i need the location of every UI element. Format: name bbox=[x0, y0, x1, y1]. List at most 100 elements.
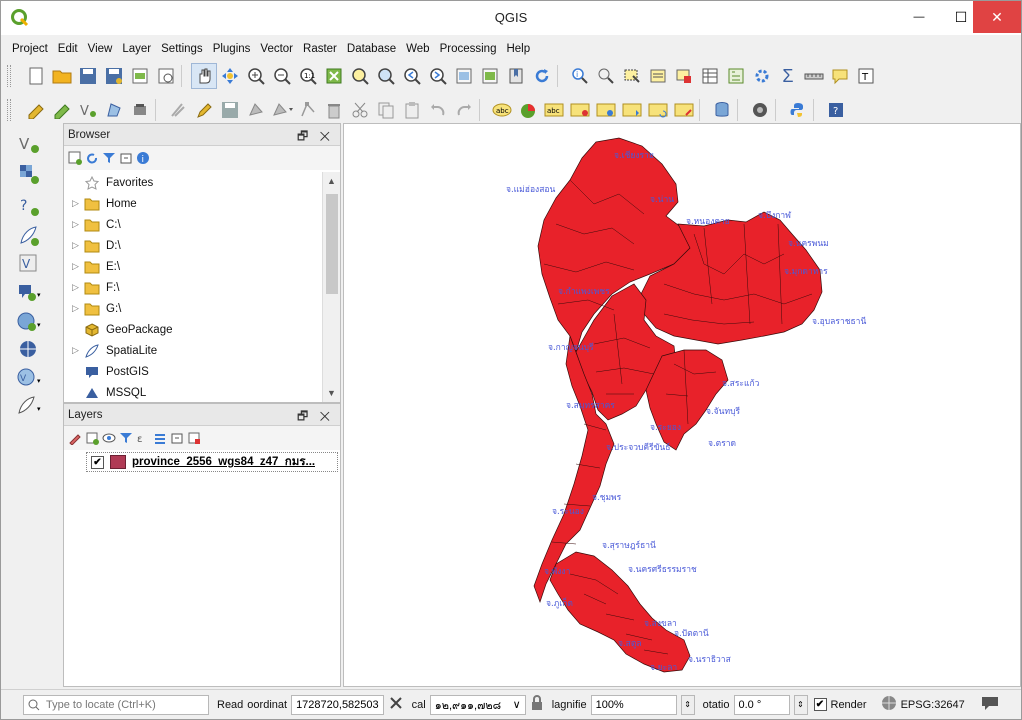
layout-manager-icon[interactable] bbox=[153, 63, 179, 89]
zoom-out-icon[interactable] bbox=[269, 63, 295, 89]
bookmarks-icon[interactable] bbox=[503, 63, 529, 89]
collapse-all-icon[interactable] bbox=[170, 431, 184, 445]
menu-project[interactable]: Project bbox=[7, 43, 53, 55]
add-virtual-layer-icon[interactable]: V bbox=[15, 251, 43, 277]
tree-expander[interactable]: ▷ bbox=[72, 240, 84, 251]
add-delimited-text-icon[interactable]: ? bbox=[15, 193, 43, 219]
magnifier-field[interactable]: 100% bbox=[590, 694, 677, 715]
add-wfs-icon[interactable]: V ▾ bbox=[15, 365, 43, 391]
toolbar-grip[interactable] bbox=[7, 99, 11, 121]
zoom-in-icon[interactable] bbox=[243, 63, 269, 89]
tree-item-spatialite[interactable]: ▷ SpatiaLite bbox=[64, 340, 320, 361]
collapse-all-icon[interactable] bbox=[119, 151, 133, 165]
undo-icon[interactable] bbox=[425, 97, 451, 123]
map-canvas[interactable]: จ.เชียงราย จ.แม่ฮ่องสอน จ.น่าน จ.หนองคาย… bbox=[343, 123, 1021, 687]
magnifier-spinner[interactable]: ⇕ bbox=[680, 694, 695, 715]
menu-database[interactable]: Database bbox=[342, 43, 401, 55]
deselect-icon[interactable] bbox=[671, 63, 697, 89]
digitize-disabled-icon[interactable] bbox=[165, 97, 191, 123]
statistics-icon[interactable]: Σ bbox=[775, 63, 801, 89]
scroll-thumb[interactable] bbox=[326, 194, 338, 294]
new-shapefile-layer-icon[interactable]: V bbox=[75, 97, 101, 123]
add-mesh-layer-icon[interactable]: ▾ bbox=[15, 393, 43, 419]
save-edits-icon[interactable] bbox=[217, 97, 243, 123]
pan-map-icon[interactable] bbox=[191, 63, 217, 89]
add-raster-layer-icon[interactable] bbox=[15, 161, 43, 187]
panel-float-close-buttons[interactable]: 🗗 ✕ bbox=[297, 127, 334, 148]
zoom-last-icon[interactable] bbox=[399, 63, 425, 89]
new-print-layout-icon[interactable] bbox=[127, 63, 153, 89]
highlight-pinned-labels-icon[interactable]: abc bbox=[541, 97, 567, 123]
tree-item-drive-e[interactable]: ▷ E:\ bbox=[64, 256, 320, 277]
globe-icon[interactable] bbox=[881, 695, 897, 714]
menu-view[interactable]: View bbox=[83, 43, 118, 55]
add-spatialite-icon[interactable] bbox=[15, 223, 43, 249]
add-wms-icon[interactable]: ▾ bbox=[15, 309, 43, 335]
new-3d-view-icon[interactable] bbox=[477, 63, 503, 89]
filter-expression-icon[interactable]: ε bbox=[136, 431, 150, 445]
coordinate-toggle-icon[interactable] bbox=[388, 695, 404, 714]
select-by-value-icon[interactable] bbox=[645, 63, 671, 89]
properties-icon[interactable]: i bbox=[136, 151, 150, 165]
tree-expander[interactable]: ▷ bbox=[72, 219, 84, 230]
toggle-editing-icon[interactable] bbox=[49, 97, 75, 123]
move-feature-icon[interactable] bbox=[269, 97, 295, 123]
tree-expander[interactable]: ▷ bbox=[72, 282, 84, 293]
move-label-icon[interactable] bbox=[619, 97, 645, 123]
messages-icon[interactable] bbox=[981, 695, 999, 714]
measure-icon[interactable] bbox=[801, 63, 827, 89]
layer-visibility-checkbox[interactable]: ✔ bbox=[91, 455, 104, 469]
menu-raster[interactable]: Raster bbox=[298, 43, 342, 55]
zoom-full-icon[interactable] bbox=[321, 63, 347, 89]
refresh-icon[interactable] bbox=[85, 151, 99, 165]
label-toolbar-icon[interactable]: abc bbox=[489, 97, 515, 123]
add-postgis-icon[interactable]: ▾ bbox=[15, 279, 43, 305]
redo-icon[interactable] bbox=[451, 97, 477, 123]
tree-item-geopackage[interactable]: GeoPackage bbox=[64, 319, 320, 340]
processing-toolbox-icon[interactable] bbox=[749, 63, 775, 89]
cut-features-icon[interactable] bbox=[347, 97, 373, 123]
delete-selected-icon[interactable] bbox=[321, 97, 347, 123]
toolbar-grip[interactable] bbox=[7, 65, 11, 87]
diagram-options-icon[interactable] bbox=[515, 97, 541, 123]
open-project-icon[interactable] bbox=[49, 63, 75, 89]
vertex-tool-icon[interactable] bbox=[127, 97, 153, 123]
tree-expander[interactable]: ▷ bbox=[72, 261, 84, 272]
save-project-icon[interactable] bbox=[75, 63, 101, 89]
filter-icon[interactable] bbox=[102, 151, 116, 165]
manage-map-themes-icon[interactable] bbox=[102, 431, 116, 445]
rotation-field[interactable]: 0.0 ° bbox=[733, 694, 790, 715]
scale-select[interactable]: ๑๒,๙๑๑,๗๒๘ ∨ bbox=[429, 694, 526, 715]
panel-float-close-buttons[interactable]: 🗗 ✕ bbox=[297, 407, 334, 428]
change-label-icon[interactable] bbox=[671, 97, 697, 123]
tree-item-drive-c[interactable]: ▷ C:\ bbox=[64, 214, 320, 235]
add-wcs-icon[interactable] bbox=[15, 337, 43, 363]
add-feature-icon[interactable] bbox=[243, 97, 269, 123]
rotation-spinner[interactable]: ⇕ bbox=[793, 694, 808, 715]
menu-web[interactable]: Web bbox=[401, 43, 434, 55]
zoom-next-icon[interactable] bbox=[425, 63, 451, 89]
new-project-icon[interactable] bbox=[23, 63, 49, 89]
filter-legend-icon[interactable] bbox=[119, 431, 133, 445]
select-features-icon[interactable] bbox=[619, 63, 645, 89]
field-calculator-icon[interactable] bbox=[723, 63, 749, 89]
db-manager-icon[interactable] bbox=[709, 97, 735, 123]
tree-item-favorites[interactable]: Favorites bbox=[64, 172, 320, 193]
map-tips-icon[interactable] bbox=[827, 63, 853, 89]
add-selected-layers-icon[interactable] bbox=[68, 151, 82, 165]
scroll-up-icon[interactable]: ▲ bbox=[327, 176, 336, 186]
render-checkbox[interactable]: ✔ bbox=[813, 698, 827, 711]
menu-help[interactable]: Help bbox=[501, 43, 535, 55]
tree-item-home[interactable]: ▷ Home bbox=[64, 193, 320, 214]
help-contents-icon[interactable]: ? bbox=[823, 97, 849, 123]
show-hide-labels-icon[interactable] bbox=[593, 97, 619, 123]
tree-item-drive-d[interactable]: ▷ D:\ bbox=[64, 235, 320, 256]
close-button[interactable]: ✕ bbox=[973, 1, 1021, 33]
actions-icon[interactable] bbox=[593, 63, 619, 89]
pan-to-selection-icon[interactable] bbox=[217, 63, 243, 89]
layer-styling-icon[interactable] bbox=[68, 431, 82, 445]
menu-processing[interactable]: Processing bbox=[435, 43, 502, 55]
add-vector-layer-icon[interactable]: V bbox=[15, 131, 43, 157]
zoom-to-selection-icon[interactable] bbox=[347, 63, 373, 89]
current-edits-icon[interactable] bbox=[23, 97, 49, 123]
